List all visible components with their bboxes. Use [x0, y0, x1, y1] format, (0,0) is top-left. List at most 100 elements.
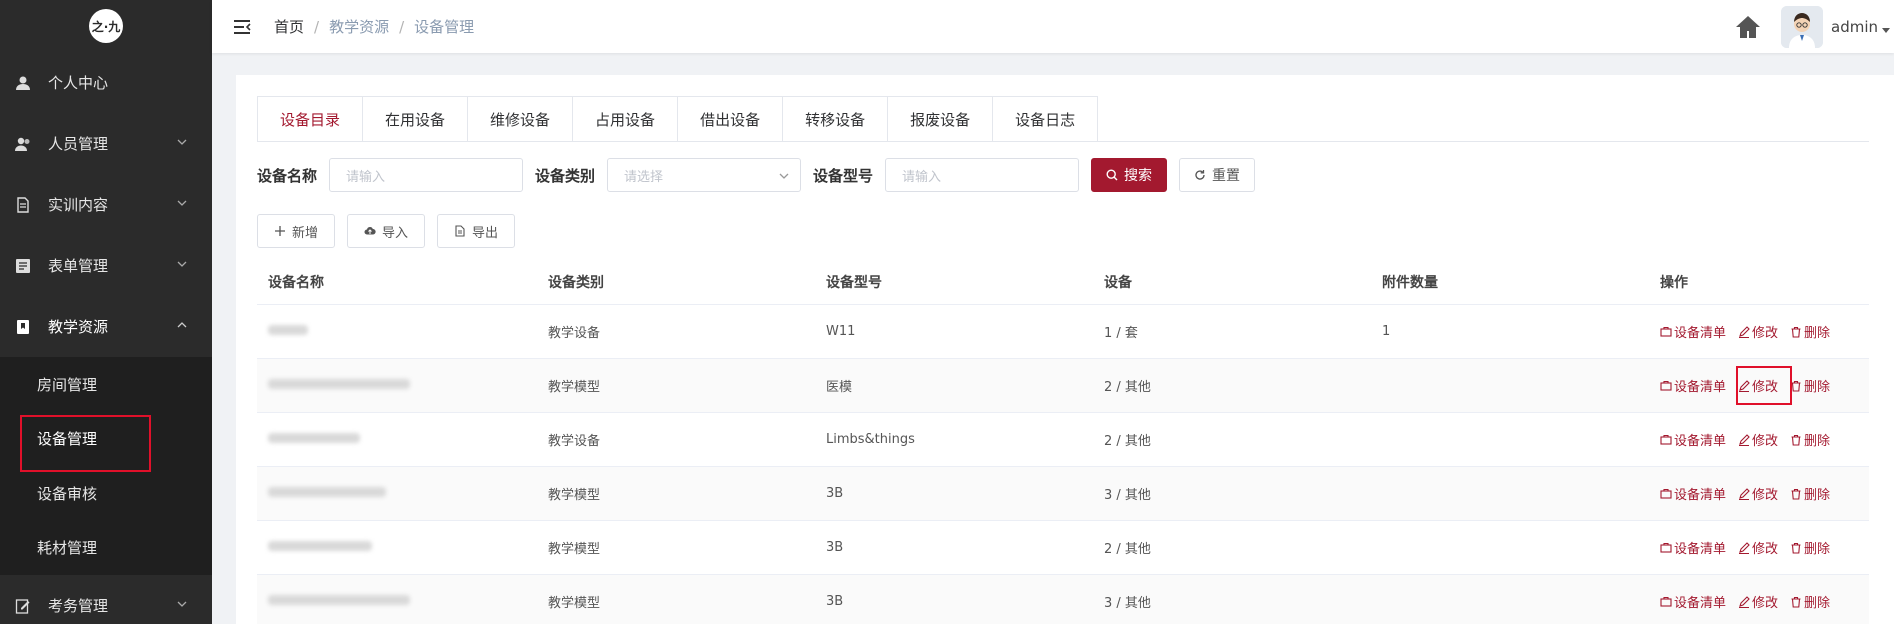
sidebar-item-teaching-resources[interactable]: 教学资源 [0, 296, 212, 357]
user-icon [14, 74, 32, 92]
tab-bar: 设备目录 在用设备 维修设备 占用设备 借出设备 转移设备 报废设备 设备日志 [257, 96, 1099, 142]
sidebar-subitem-equipment-review[interactable]: 设备审核 [0, 466, 212, 521]
edit-icon [1739, 541, 1750, 554]
list-icon [1660, 326, 1672, 337]
equipment-list-link[interactable]: 设备清单 [1660, 430, 1726, 449]
equipment-list-link[interactable]: 设备清单 [1660, 484, 1726, 503]
delete-link[interactable]: 删除 [1790, 430, 1830, 449]
equipment-model-input[interactable]: 请输入 [885, 158, 1080, 192]
delete-link[interactable]: 删除 [1790, 376, 1830, 395]
equipment-list-link[interactable]: 设备清单 [1660, 376, 1726, 395]
cell-model: 3B [826, 540, 844, 555]
op-label: 修改 [1752, 596, 1779, 611]
breadcrumb-home[interactable]: 首页 [274, 16, 304, 37]
tab-transferred-equipment[interactable]: 转移设备 [783, 97, 889, 142]
table-row: 教学设备 W11 1 / 套 1 设备清单 修改 删除 [257, 305, 1869, 359]
sidebar-item-form-management[interactable]: 表单管理 [0, 235, 212, 296]
column-header: 设备名称 [268, 274, 324, 291]
cell-model: 3B [826, 594, 844, 609]
cell-operations: 设备清单 修改 删除 [1649, 484, 1869, 503]
header-user-area: admin [1733, 0, 1894, 53]
tab-lent-equipment[interactable]: 借出设备 [678, 97, 784, 142]
edit-link[interactable]: 修改 [1738, 538, 1778, 557]
trash-icon [1791, 488, 1801, 500]
filter-category-label: 设备类别 [535, 166, 596, 185]
tab-in-use-equipment[interactable]: 在用设备 [363, 97, 469, 142]
table-row: 教学设备 Limbs&things 2 / 其他 设备清单 修改 删除 [257, 413, 1869, 467]
cell-category: 教学设备 [548, 434, 601, 449]
equipment-name-input[interactable]: 请输入 [329, 158, 524, 192]
equipment-table: 设备名称 设备类别 设备型号 设备 附件数量 操作 教学设备 W11 1 / 套… [257, 259, 1869, 624]
tab-repair-equipment[interactable]: 维修设备 [468, 97, 574, 142]
edit-doc-icon [14, 597, 32, 615]
edit-link[interactable]: 修改 [1738, 430, 1778, 449]
highlight-box-sidebar [20, 415, 151, 472]
chevron-up-icon [177, 321, 187, 327]
breadcrumb-teaching-resources[interactable]: 教学资源 [329, 16, 389, 37]
users-icon [14, 135, 32, 153]
cell-unit: 2 / 其他 [1104, 542, 1151, 557]
cell-category: 教学模型 [548, 596, 601, 611]
logo-area: 之·九 [0, 0, 212, 52]
op-label: 删除 [1804, 326, 1831, 341]
add-button[interactable]: 新增 [257, 214, 336, 248]
cell-category: 教学模型 [548, 542, 601, 557]
table-row: 教学模型 医模 2 / 其他 设备清单 修改 删除 [257, 359, 1869, 413]
delete-link[interactable]: 删除 [1790, 538, 1830, 557]
sidebar-subitem-label: 耗材管理 [37, 539, 98, 558]
home-icon[interactable] [1733, 12, 1763, 42]
caret-down-icon[interactable] [1882, 28, 1890, 33]
op-label: 修改 [1752, 326, 1779, 341]
export-button[interactable]: 导出 [437, 214, 516, 248]
edit-link[interactable]: 修改 [1738, 592, 1778, 611]
equipment-category-select[interactable]: 请选择 [607, 158, 802, 192]
sidebar-item-label: 考务管理 [48, 597, 109, 615]
sidebar-subitem-label: 设备审核 [37, 484, 98, 503]
import-button-label: 导入 [382, 225, 409, 241]
sidebar-item-exam-management[interactable]: 考务管理 [0, 575, 212, 624]
book-icon [14, 318, 32, 336]
equipment-list-link[interactable]: 设备清单 [1660, 322, 1726, 341]
tab-scrapped-equipment[interactable]: 报废设备 [888, 97, 994, 142]
edit-link[interactable]: 修改 [1738, 484, 1778, 503]
tab-equipment-catalog[interactable]: 设备目录 [258, 97, 364, 142]
user-name[interactable]: admin [1831, 18, 1878, 36]
op-label: 设备清单 [1674, 434, 1727, 449]
reset-button[interactable]: 重置 [1179, 158, 1256, 192]
sidebar-subitem-room-management[interactable]: 房间管理 [0, 357, 212, 412]
cell-model: W11 [826, 324, 856, 339]
tab-occupied-equipment[interactable]: 占用设备 [573, 97, 679, 142]
filter-model-label: 设备型号 [813, 166, 874, 185]
sidebar: 之·九 个人中心 人员管理 实训内容 表单管理 教学资源 房间管理 设备管理 设… [0, 0, 212, 624]
search-button[interactable]: 搜索 [1091, 158, 1168, 192]
cell-operations: 设备清单 修改 删除 [1649, 322, 1869, 341]
sidebar-item-staff-management[interactable]: 人员管理 [0, 113, 212, 174]
avatar[interactable] [1781, 5, 1823, 48]
trash-icon [1791, 434, 1801, 446]
breadcrumb-separator: / [314, 17, 320, 36]
filter-name-label: 设备名称 [257, 166, 318, 185]
sidebar-subitem-consumables-management[interactable]: 耗材管理 [0, 521, 212, 576]
sidebar-item-personal-center[interactable]: 个人中心 [0, 52, 212, 113]
select-placeholder: 请选择 [624, 169, 664, 185]
equipment-list-link[interactable]: 设备清单 [1660, 538, 1726, 557]
document-icon [455, 225, 465, 237]
cell-unit: 2 / 其他 [1104, 380, 1151, 395]
op-label: 设备清单 [1674, 542, 1727, 557]
tab-equipment-log[interactable]: 设备日志 [993, 97, 1098, 142]
delete-link[interactable]: 删除 [1790, 484, 1830, 503]
chevron-down-icon [177, 601, 187, 607]
delete-link[interactable]: 删除 [1790, 592, 1830, 611]
cell-name-blurred [257, 432, 537, 447]
sidebar-item-training-content[interactable]: 实训内容 [0, 174, 212, 235]
chevron-down-icon [177, 139, 187, 145]
menu-toggle-icon[interactable] [232, 17, 252, 37]
edit-link[interactable]: 修改 [1738, 322, 1778, 341]
import-button[interactable]: 导入 [347, 214, 426, 248]
column-header: 设备型号 [826, 274, 882, 291]
equipment-list-link[interactable]: 设备清单 [1660, 592, 1726, 611]
document-icon [14, 196, 32, 214]
delete-link[interactable]: 删除 [1790, 322, 1830, 341]
trash-icon [1791, 596, 1801, 608]
list-icon [1660, 542, 1672, 553]
